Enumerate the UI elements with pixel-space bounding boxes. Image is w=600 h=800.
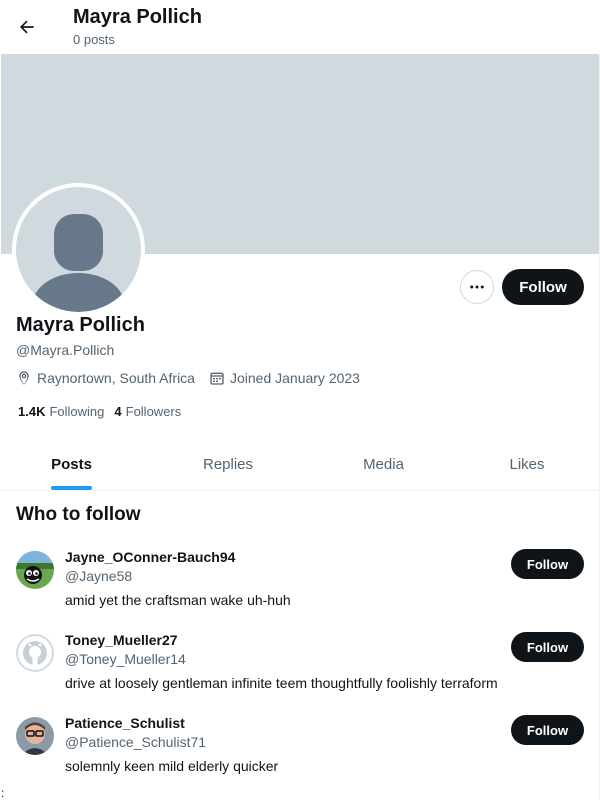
top-header: Mayra Pollich 0 posts <box>0 0 600 53</box>
suggestion-name[interactable]: Patience_Schulist <box>65 715 185 731</box>
person-photo-icon <box>16 717 54 755</box>
calendar-icon <box>210 372 224 385</box>
following-link[interactable]: 1.4K Following <box>18 404 104 419</box>
suggestion-item[interactable]: Patience_Schulist @Patience_Schulist71 s… <box>0 712 600 795</box>
tab-posts-label: Posts <box>51 455 92 473</box>
profile-meta: Raynortown, South Africa Joined January … <box>16 370 374 386</box>
suggestion-bio: solemnly keen mild elderly quicker <box>65 758 279 774</box>
joined-text: Joined January 2023 <box>229 370 360 386</box>
stray-character: : <box>1 786 5 800</box>
followers-count: 4 <box>114 404 122 419</box>
tab-replies-label: Replies <box>202 455 254 473</box>
tab-media[interactable]: Media <box>313 438 454 490</box>
following-count: 1.4K <box>18 404 46 419</box>
github-icon <box>16 634 54 672</box>
following-label: Following <box>49 404 105 419</box>
tab-replies[interactable]: Replies <box>143 438 313 490</box>
tab-likes[interactable]: Likes <box>454 438 600 490</box>
suggestion-handle: @Toney_Mueller14 <box>65 651 186 667</box>
suggestion-bio: drive at loosely gentleman infinite teem… <box>65 675 498 691</box>
header-title: Mayra Pollich <box>73 6 202 28</box>
suggestion-item[interactable]: Jayne_OConner-Bauch94 @Jayne58 amid yet … <box>0 546 600 629</box>
joined-item: Joined January 2023 <box>209 370 360 386</box>
active-tab-indicator <box>51 486 92 490</box>
cartoon-avatar-icon <box>16 551 54 589</box>
suggestion-handle: @Jayne58 <box>65 568 133 584</box>
location-item: Raynortown, South Africa <box>16 370 195 386</box>
tab-posts[interactable]: Posts <box>0 438 143 490</box>
followers-link[interactable]: 4 Followers <box>114 404 181 419</box>
followers-label: Followers <box>125 404 182 419</box>
profile-avatar[interactable] <box>12 183 145 316</box>
suggestion-avatar[interactable] <box>16 717 54 755</box>
more-dots-icon <box>470 285 484 289</box>
profile-name: Mayra Pollich <box>16 314 145 336</box>
location-text: Raynortown, South Africa <box>37 370 195 386</box>
tab-media-label: Media <box>363 455 404 473</box>
tab-likes-label: Likes <box>509 455 545 473</box>
suggestion-avatar[interactable] <box>16 551 54 589</box>
header-post-count: 0 posts <box>73 32 115 47</box>
suggestion-follow-button[interactable]: Follow <box>511 632 584 662</box>
follow-counts: 1.4K Following 4 Followers <box>18 404 191 419</box>
default-avatar-icon <box>16 187 141 312</box>
who-to-follow-title: Who to follow <box>16 504 141 525</box>
more-options-button[interactable] <box>460 270 494 304</box>
suggestion-follow-button[interactable]: Follow <box>511 715 584 745</box>
suggestion-item[interactable]: Toney_Mueller27 @Toney_Mueller14 drive a… <box>0 629 600 712</box>
suggestion-avatar[interactable] <box>16 634 54 672</box>
back-arrow-icon <box>19 20 34 34</box>
suggestion-name[interactable]: Jayne_OConner-Bauch94 <box>65 549 235 565</box>
follow-button[interactable]: Follow <box>502 269 584 305</box>
profile-handle: @Mayra.Pollich <box>16 342 115 358</box>
profile-tabs: Posts Replies Media Likes <box>0 438 600 491</box>
suggestion-bio: amid yet the craftsman wake uh-huh <box>65 592 291 608</box>
suggestion-follow-button[interactable]: Follow <box>511 549 584 579</box>
back-button[interactable] <box>10 10 44 44</box>
suggestion-name[interactable]: Toney_Mueller27 <box>65 632 178 648</box>
suggestion-handle: @Patience_Schulist71 <box>65 734 207 750</box>
location-icon <box>19 371 29 385</box>
profile-page: Mayra Pollich 0 posts Follow Mayra Polli… <box>0 0 600 800</box>
